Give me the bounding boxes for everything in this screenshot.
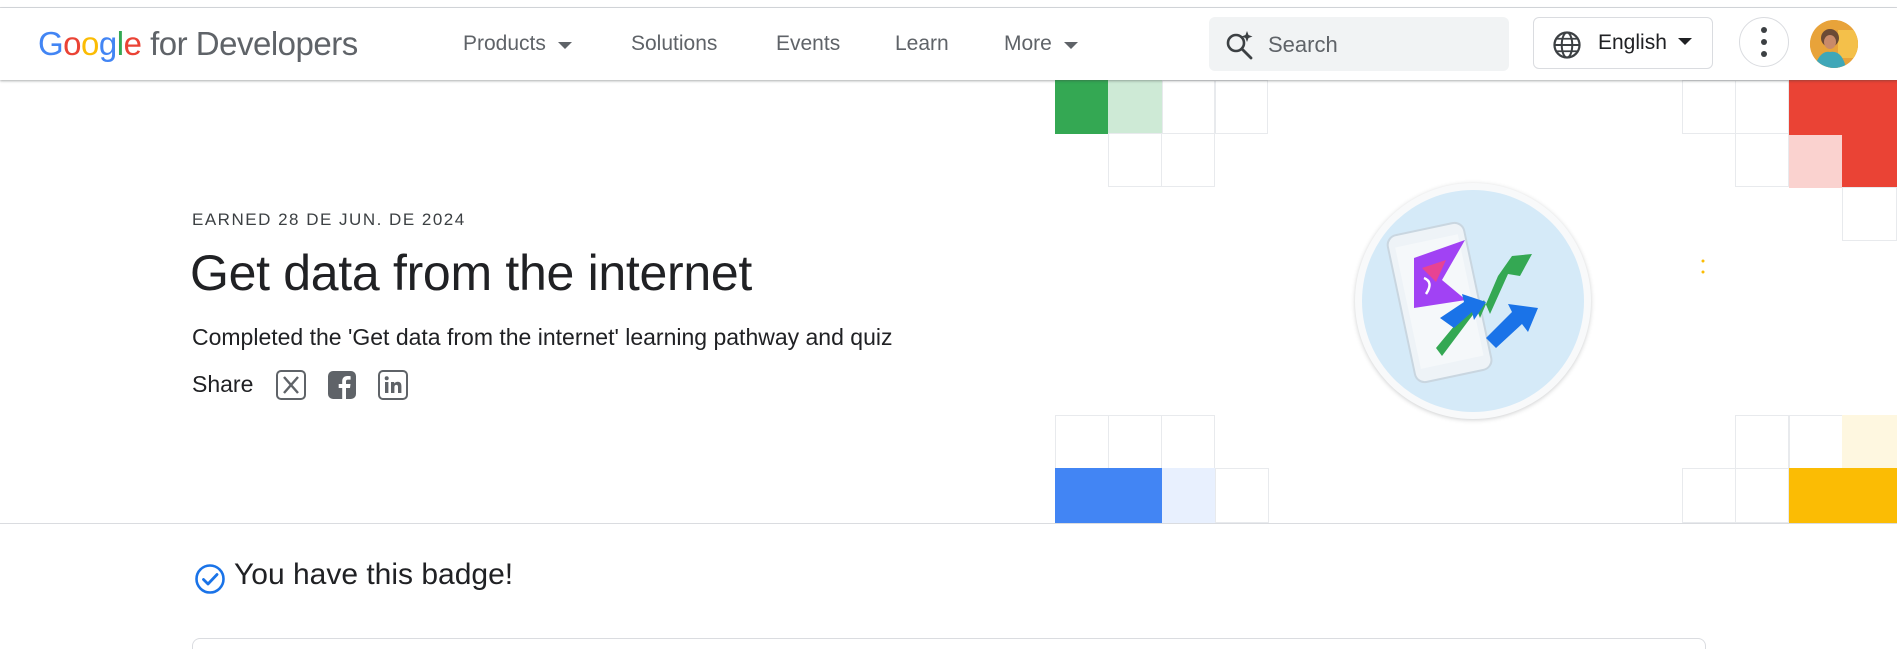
- decor-tile: [1789, 415, 1843, 469]
- search-placeholder: Search: [1268, 32, 1338, 57]
- badge-artwork: [1362, 190, 1584, 412]
- language-label: English: [1598, 31, 1667, 54]
- more-vert-icon: [1761, 39, 1767, 45]
- google-for-developers-logo[interactable]: Google for Developers: [38, 26, 358, 62]
- more-vert-button[interactable]: [1739, 17, 1789, 67]
- decor-tile: [1161, 415, 1215, 469]
- avatar-image: [1810, 20, 1858, 68]
- decor-tile: [1842, 415, 1897, 469]
- decor-tile: [1789, 135, 1842, 188]
- logo-letter: g: [98, 25, 117, 62]
- decor-tile: [1108, 80, 1162, 134]
- decor-tile: [1735, 468, 1789, 523]
- caret-down-icon: [557, 41, 572, 49]
- badge-image: [1355, 183, 1591, 419]
- globe-icon: [1553, 31, 1581, 59]
- decor-tile: [1162, 80, 1215, 134]
- logo-letter: o: [63, 25, 82, 62]
- logo-letter: o: [81, 25, 99, 62]
- decor-tile: [1735, 80, 1789, 134]
- decor-tile: [1215, 468, 1269, 523]
- more-vert-icon: [1761, 51, 1767, 57]
- facebook-icon[interactable]: [327, 370, 357, 400]
- nav-label: Events: [776, 32, 841, 55]
- decor-tile: [1682, 468, 1736, 523]
- logo-text: for Developers: [141, 25, 358, 62]
- nav-solutions[interactable]: Solutions: [631, 32, 717, 56]
- sparkle-dot: [1701, 259, 1705, 274]
- decor-tile: [1055, 80, 1108, 134]
- decor-tile: [1161, 133, 1215, 187]
- logo-letter: G: [38, 25, 64, 62]
- decor-tile: [1842, 187, 1897, 241]
- details-card: [192, 638, 1706, 649]
- decor-tile: [1735, 133, 1789, 187]
- decor-tile: [1682, 80, 1736, 134]
- logo-letter: e: [123, 25, 142, 62]
- decor-tile: [1108, 133, 1162, 187]
- nav-label: Solutions: [631, 32, 718, 55]
- share-label: Share: [192, 371, 254, 397]
- x-icon[interactable]: [276, 370, 306, 400]
- language-selector[interactable]: English: [1533, 17, 1713, 69]
- nav-label: More: [1004, 32, 1052, 55]
- data-transfer-illustration: [1386, 221, 1538, 384]
- nav-more[interactable]: More: [1004, 32, 1078, 56]
- caret-down-icon: [1063, 41, 1078, 49]
- nav-products[interactable]: Products: [463, 32, 572, 56]
- badge-status: You have this badge!: [234, 558, 514, 591]
- badge-hero: EARNED 28 DE JUN. DE 2024 Get data from …: [0, 80, 1897, 524]
- page-title: Get data from the internet: [190, 245, 752, 301]
- badge-description: Completed the 'Get data from the interne…: [192, 324, 893, 350]
- decor-tile: [1055, 415, 1109, 469]
- nav-events[interactable]: Events: [776, 32, 840, 56]
- check-circle-icon: [195, 564, 225, 594]
- nav-label: Learn: [895, 32, 949, 55]
- site-header: Google for Developers Products Solutions…: [0, 8, 1897, 80]
- logo-letter: l: [116, 25, 124, 62]
- search-box[interactable]: Search: [1209, 17, 1509, 71]
- decor-tile: [1162, 468, 1215, 523]
- earned-date: EARNED 28 DE JUN. DE 2024: [192, 210, 466, 229]
- search-sparkle-icon: [1226, 31, 1253, 60]
- linkedin-icon[interactable]: [378, 370, 408, 400]
- caret-down-icon: [1678, 38, 1692, 45]
- nav-learn[interactable]: Learn: [895, 32, 949, 56]
- top-border: [0, 0, 1897, 8]
- decor-tile: [1108, 415, 1162, 469]
- decor-tile: [1789, 468, 1897, 523]
- decor-tile: [1735, 415, 1789, 469]
- decor-tile: [1215, 80, 1268, 134]
- nav-label: Products: [463, 32, 546, 55]
- avatar[interactable]: [1810, 20, 1858, 68]
- more-vert-icon: [1761, 27, 1767, 33]
- decor-tile: [1055, 468, 1163, 523]
